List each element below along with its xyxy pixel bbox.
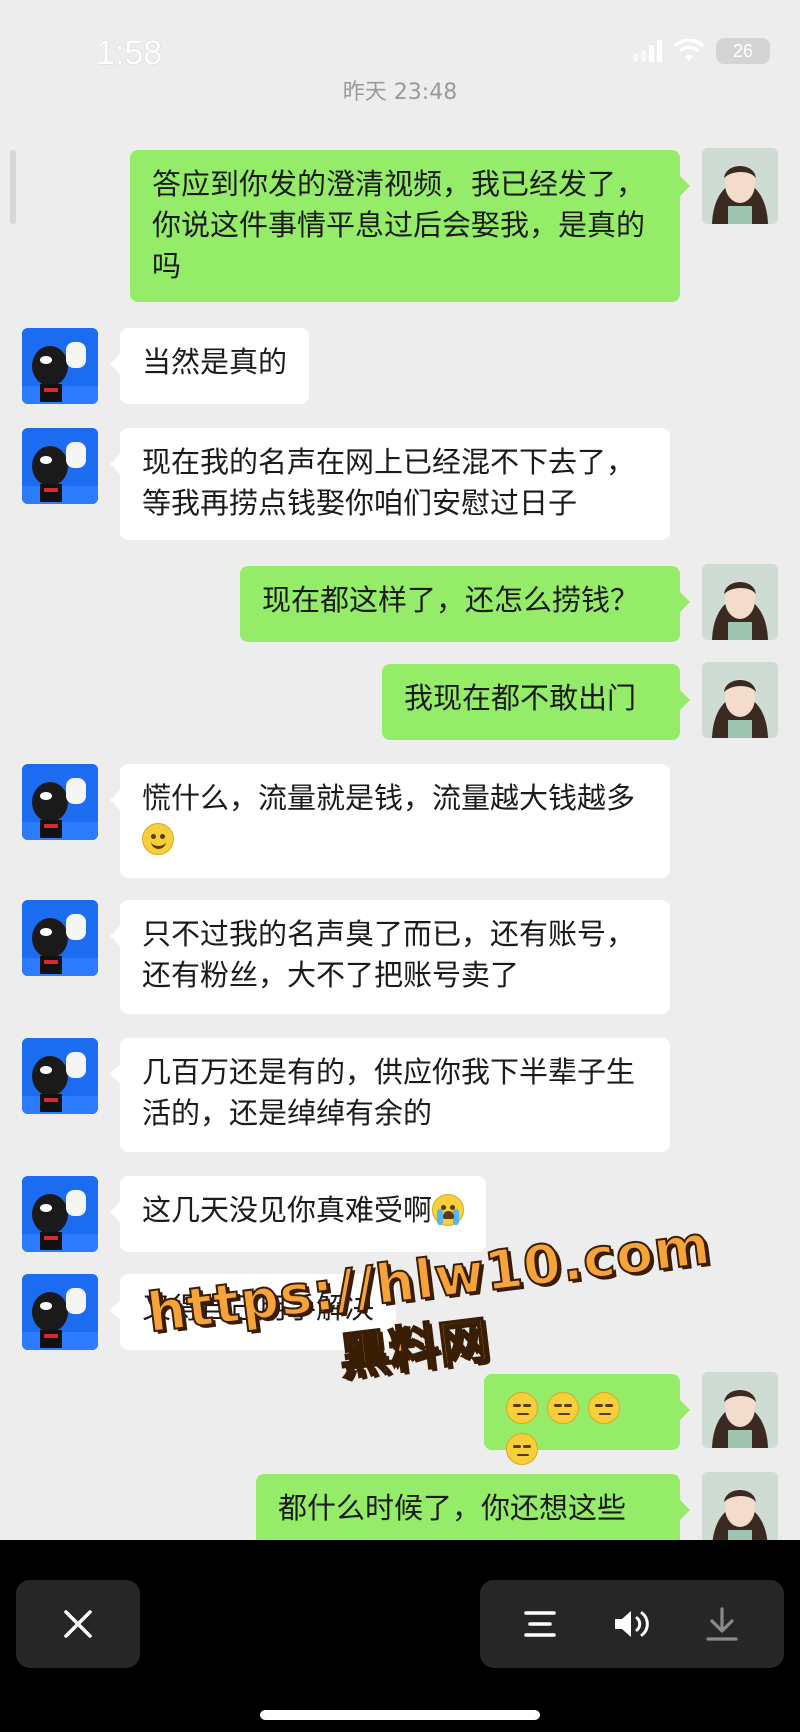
- message-bubble: 慌什么，流量就是钱，流量越大钱越多: [110, 764, 670, 878]
- smirk-emoji-icon: [588, 1392, 621, 1424]
- message-text: 几百万还是有的，供应你我下半辈子生活的，还是绰绰有余的: [142, 1055, 636, 1130]
- woman-avatar-icon: [702, 148, 778, 224]
- home-indicator[interactable]: [260, 1710, 540, 1720]
- smirk-emoji-icon: [547, 1392, 580, 1424]
- message-bubble: 只不过我的名声臭了而已，还有账号，还有粉丝，大不了把账号卖了: [110, 900, 670, 1014]
- message-text: 只不过我的名声臭了而已，还有账号，还有粉丝，大不了把账号卖了: [142, 917, 636, 992]
- smirk-emoji-icon: [506, 1433, 538, 1465]
- message-bubble: [484, 1374, 690, 1465]
- chat-screen: 1:58 26 昨天 23:48 答应到你发的澄清视频，我已经发了，你说这件事情…: [0, 0, 800, 1540]
- cartoon-avatar-icon: [22, 1274, 98, 1350]
- message-text: 这几天没见你真难受啊: [142, 1193, 433, 1227]
- cartoon-avatar-icon: [22, 1176, 98, 1252]
- message-bubble: 现在我的名声在网上已经混不下去了，等我再捞点钱娶你咱们安慰过日子: [110, 428, 670, 540]
- woman-avatar-icon: [702, 662, 778, 738]
- scroll-indicator: [10, 150, 16, 224]
- woman-avatar-icon: [702, 1472, 778, 1540]
- volume-icon: [615, 1611, 649, 1637]
- message-bubble: 都什么时候了，你还想这些: [256, 1474, 690, 1540]
- message-bubble: 答应到你发的澄清视频，我已经发了，你说这件事情平息过后会娶我，是真的吗: [130, 150, 690, 302]
- avatar[interactable]: [702, 148, 778, 224]
- message-text: 现在我的名声在网上已经混不下去了，等我再捞点钱娶你咱们安慰过日子: [142, 445, 636, 520]
- message-text: 当然是真的: [142, 345, 288, 379]
- message-bubble: 当然是真的: [109, 328, 310, 404]
- avatar[interactable]: [22, 328, 98, 404]
- message-bubble: 我现在都不敢出门: [382, 664, 690, 740]
- avatar[interactable]: [22, 1038, 98, 1114]
- avatar[interactable]: [22, 764, 98, 840]
- cartoon-avatar-icon: [22, 428, 98, 504]
- avatar[interactable]: [22, 1176, 98, 1252]
- download-icon: [706, 1607, 738, 1641]
- menu-icon: [524, 1611, 556, 1637]
- message-text: 现在都这样了，还怎么捞钱？: [262, 583, 640, 617]
- woman-avatar-icon: [702, 1372, 778, 1448]
- message-text: 都什么时候了，你还想这些: [278, 1491, 627, 1525]
- status-time: 1:58: [96, 34, 163, 72]
- viewer-toolbar: [0, 1540, 800, 1732]
- message-timestamp: 昨天 23:48: [342, 80, 458, 105]
- woman-avatar-icon: [702, 564, 778, 640]
- status-icons: 26: [633, 38, 770, 64]
- battery-indicator: 26: [716, 38, 770, 64]
- avatar[interactable]: [22, 900, 98, 976]
- avatar[interactable]: [702, 564, 778, 640]
- wifi-icon: [674, 39, 704, 63]
- smirk-emoji-icon: [506, 1392, 538, 1424]
- message-bubble: 这几天没见你真难受啊: [109, 1176, 487, 1252]
- menu-button[interactable]: [510, 1580, 570, 1668]
- message-text: 答应到你发的澄清视频，我已经发了，你说这件事情平息过后会娶我，是真的吗: [152, 167, 646, 283]
- close-icon: [64, 1610, 92, 1638]
- download-button[interactable]: [692, 1580, 752, 1668]
- avatar[interactable]: [702, 662, 778, 738]
- message-bubble: 现在都这样了，还怎么捞钱？: [240, 566, 690, 642]
- cartoon-avatar-icon: [22, 1038, 98, 1114]
- message-text: 慌什么，流量就是钱，流量越大钱越多: [142, 781, 636, 815]
- avatar[interactable]: [702, 1372, 778, 1448]
- message-text: 我现在都不敢出门: [404, 681, 637, 715]
- media-controls: [480, 1580, 784, 1668]
- crying-emoji-icon: [432, 1194, 465, 1226]
- avatar[interactable]: [22, 1274, 98, 1350]
- close-button[interactable]: [16, 1580, 140, 1668]
- smile-emoji-icon: [142, 823, 174, 855]
- cartoon-avatar-icon: [22, 900, 98, 976]
- avatar[interactable]: [22, 428, 98, 504]
- cartoon-avatar-icon: [22, 328, 98, 404]
- message-bubble: 几百万还是有的，供应你我下半辈子生活的，还是绰绰有余的: [110, 1038, 670, 1152]
- avatar[interactable]: [702, 1472, 778, 1540]
- volume-button[interactable]: [602, 1580, 662, 1668]
- signal-icon: [633, 40, 662, 62]
- cartoon-avatar-icon: [22, 764, 98, 840]
